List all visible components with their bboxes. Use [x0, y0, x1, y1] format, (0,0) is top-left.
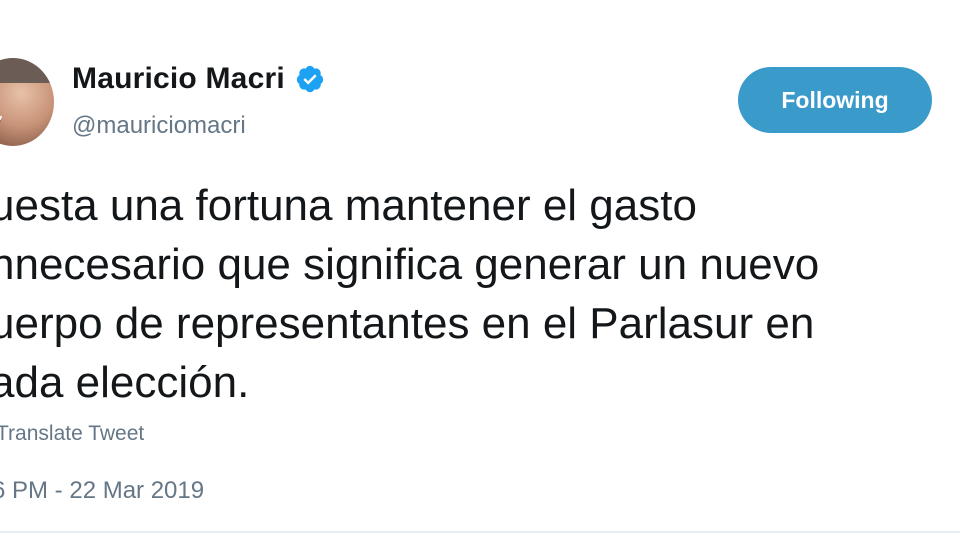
- tweet-text-line: uerpo de representantes en el Parlasur e…: [0, 299, 815, 348]
- display-name[interactable]: Mauricio Macri: [72, 62, 285, 96]
- tweet-text-line: uesta una fortuna mantener el gasto: [0, 181, 697, 230]
- tweet-text: uesta una fortuna mantener el gasto nnec…: [0, 176, 950, 412]
- tweet-card: Mauricio Macri @mauriciomacri Following …: [0, 0, 960, 540]
- divider: [0, 531, 960, 533]
- translate-tweet-link[interactable]: Translate Tweet: [0, 422, 144, 446]
- tweet-timestamp[interactable]: 6 PM - 22 Mar 2019: [0, 477, 204, 505]
- avatar-hair: [0, 58, 54, 83]
- user-name-row: Mauricio Macri: [72, 62, 325, 96]
- user-handle[interactable]: @mauriciomacri: [72, 112, 246, 140]
- following-button[interactable]: Following: [738, 67, 932, 133]
- verified-badge-icon: [295, 64, 325, 94]
- avatar[interactable]: [0, 58, 54, 146]
- tweet-text-line: nnecesario que significa generar un nuev…: [0, 240, 820, 289]
- tweet-text-line: ada elección.: [0, 358, 250, 407]
- avatar-smile: [0, 116, 2, 126]
